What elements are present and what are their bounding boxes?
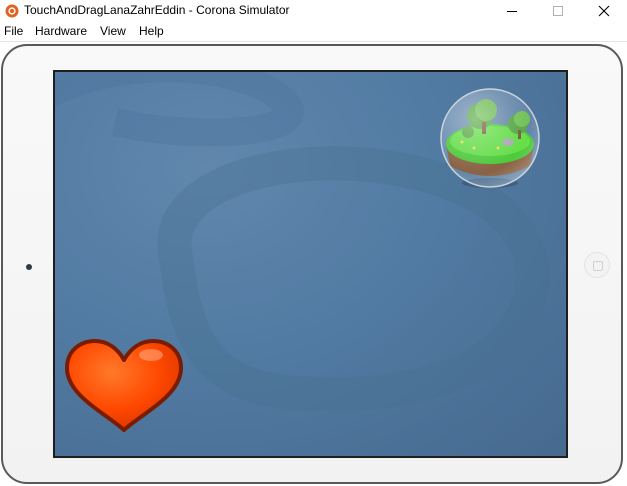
corona-app-icon	[5, 4, 19, 18]
island-globe-sprite[interactable]	[438, 86, 542, 190]
maximize-button[interactable]	[535, 0, 581, 22]
maximize-icon	[553, 6, 563, 16]
home-button[interactable]	[584, 252, 610, 278]
menu-bar: File Hardware View Help	[0, 22, 627, 41]
minimize-icon	[507, 11, 517, 12]
menu-view[interactable]: View	[100, 24, 126, 38]
close-button[interactable]	[581, 0, 627, 22]
minimize-button[interactable]	[489, 0, 535, 22]
title-bar: TouchAndDragLanaZahrEddin - Corona Simul…	[0, 0, 627, 22]
menu-file[interactable]: File	[4, 24, 23, 38]
heart-sprite[interactable]	[63, 338, 185, 434]
home-button-icon	[593, 261, 603, 271]
corona-simulator-window: TouchAndDragLanaZahrEddin - Corona Simul…	[0, 0, 627, 486]
close-icon	[598, 5, 610, 17]
app-screen[interactable]	[53, 70, 568, 458]
menu-help[interactable]: Help	[139, 24, 164, 38]
menu-hardware[interactable]: Hardware	[35, 24, 87, 38]
camera-icon	[26, 264, 32, 270]
window-title: TouchAndDragLanaZahrEddin - Corona Simul…	[24, 3, 290, 17]
